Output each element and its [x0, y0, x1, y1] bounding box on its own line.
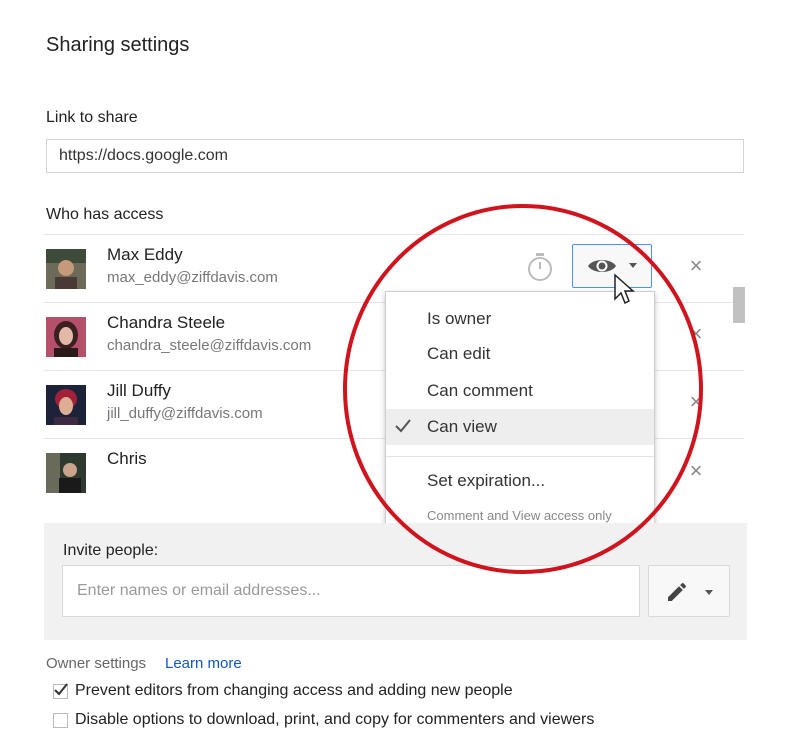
avatar [46, 317, 86, 357]
menu-item-label: Can edit [427, 344, 491, 363]
menu-item-can-edit[interactable]: Can edit [386, 336, 654, 372]
remove-person-button[interactable]: × [684, 390, 708, 414]
menu-item-label: Can view [427, 417, 497, 436]
menu-item-can-view[interactable]: Can view [386, 409, 654, 445]
person-email: max_eddy@ziffdavis.com [107, 269, 278, 286]
invite-permission-button[interactable] [648, 565, 730, 617]
person-name: Jill Duffy [107, 381, 171, 400]
learn-more-link[interactable]: Learn more [165, 655, 242, 672]
chevron-down-icon [629, 263, 637, 268]
timer-icon[interactable] [526, 252, 554, 282]
avatar [46, 385, 86, 425]
person-name: Chandra Steele [107, 313, 226, 332]
menu-item-label: Is owner [427, 309, 492, 328]
disable-download-label: Disable options to download, print, and … [75, 711, 595, 728]
owner-settings-label: Owner settings [46, 655, 147, 672]
pencil-icon [668, 582, 687, 601]
remove-person-button[interactable]: × [684, 322, 708, 346]
dialog-title: Sharing settings [46, 34, 190, 56]
menu-item-set-expiration[interactable]: Set expiration... [386, 463, 654, 499]
scrollbar-thumb[interactable] [733, 287, 745, 323]
invite-label: Invite people: [63, 542, 159, 559]
avatar [46, 453, 86, 493]
prevent-editors-label: Prevent editors from changing access and… [75, 682, 513, 699]
permission-dropdown-button[interactable] [572, 244, 652, 288]
invite-input[interactable]: Enter names or email addresses... [62, 565, 640, 617]
person-email: chandra_steele@ziffdavis.com [107, 337, 312, 354]
prevent-editors-checkbox[interactable] [53, 683, 68, 699]
share-link-field[interactable]: https://docs.google.com [46, 139, 744, 173]
checkmark-icon [54, 683, 68, 696]
checkmark-icon [395, 419, 411, 433]
menu-item-label: Can comment [427, 381, 533, 400]
menu-item-is-owner[interactable]: Is owner [386, 301, 654, 337]
access-label: Who has access [46, 206, 164, 223]
menu-note: Comment and View access only [427, 508, 612, 523]
remove-person-button[interactable]: × [684, 459, 708, 483]
invite-panel: Invite people: Enter names or email addr… [44, 523, 747, 640]
menu-divider [386, 456, 654, 457]
remove-person-button[interactable]: × [684, 254, 708, 278]
menu-item-label: Set expiration... [427, 471, 546, 490]
avatar [46, 249, 86, 289]
chevron-down-icon [705, 590, 713, 595]
person-name: Max Eddy [107, 245, 183, 264]
eye-icon [588, 260, 616, 272]
person-name: Chris [107, 449, 147, 468]
disable-download-checkbox[interactable] [53, 713, 68, 728]
permission-menu: Is owner Can edit Can comment Can view S… [385, 291, 655, 542]
link-label: Link to share [46, 109, 138, 126]
person-email: jill_duffy@ziffdavis.com [107, 405, 263, 422]
menu-item-can-comment[interactable]: Can comment [386, 373, 654, 409]
